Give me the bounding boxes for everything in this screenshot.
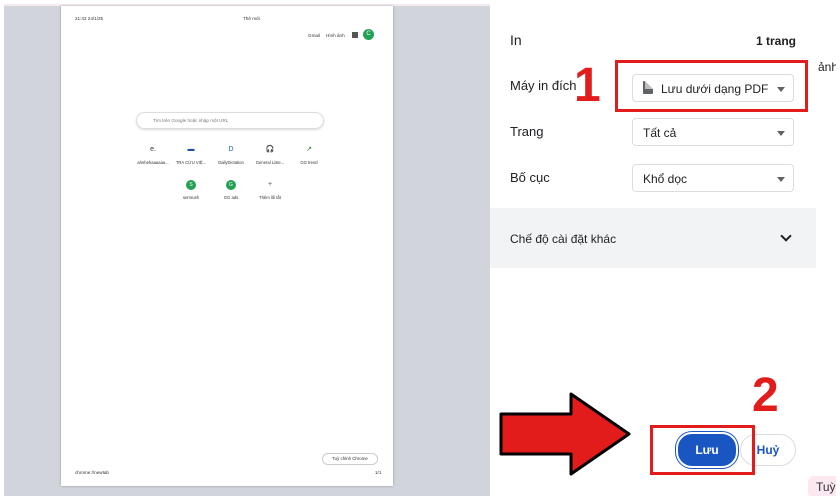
- screenshot-frame: [0, 0, 840, 500]
